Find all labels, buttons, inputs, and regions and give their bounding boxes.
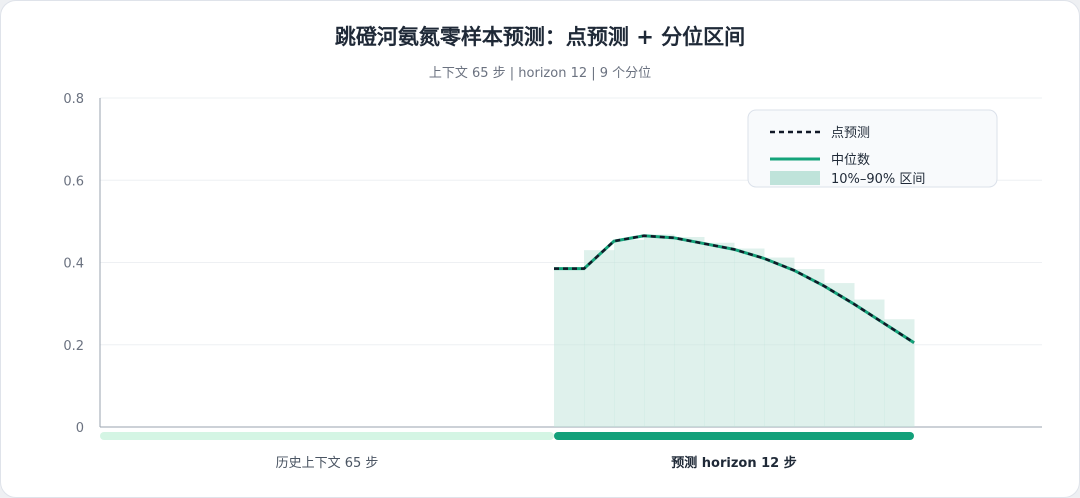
legend: 点预测 中位数 10%–90% 区间	[747, 109, 998, 188]
legend-median-label: 中位数	[831, 153, 870, 168]
band-step	[674, 237, 705, 427]
band-step	[644, 234, 675, 427]
y-tick-label: 0.2	[63, 339, 84, 354]
legend-band-swatch	[770, 171, 820, 185]
band-step	[554, 268, 585, 427]
quantile-band	[554, 234, 915, 427]
y-tick-label: 0	[76, 421, 84, 436]
band-step	[884, 319, 915, 427]
band-step	[854, 299, 885, 427]
y-tick-label: 0.8	[63, 92, 84, 107]
band-step	[704, 242, 735, 427]
horizon-segment-label: 预测 horizon 12 步	[671, 455, 796, 471]
band-step	[584, 250, 615, 427]
context-segment-bar	[100, 432, 554, 440]
band-step	[614, 239, 645, 427]
y-tick-label: 0.6	[63, 174, 84, 189]
band-step	[734, 248, 765, 427]
chart-plot: 0 0.2 0.4 0.6 0.8 历史上下文 65 步 预测 horizon 12 步…	[63, 92, 1042, 471]
band-step	[764, 257, 795, 427]
y-axis-ticks: 0 0.2 0.4 0.6 0.8	[63, 92, 84, 436]
horizon-segment-bar	[554, 432, 914, 440]
context-segment-label: 历史上下文 65 步	[276, 456, 379, 471]
band-step	[824, 283, 855, 427]
y-tick-label: 0.4	[63, 257, 84, 272]
band-step	[794, 269, 825, 427]
legend-band-label: 10%–90% 区间	[831, 172, 925, 187]
legend-point-forecast-label: 点预测	[831, 126, 870, 141]
